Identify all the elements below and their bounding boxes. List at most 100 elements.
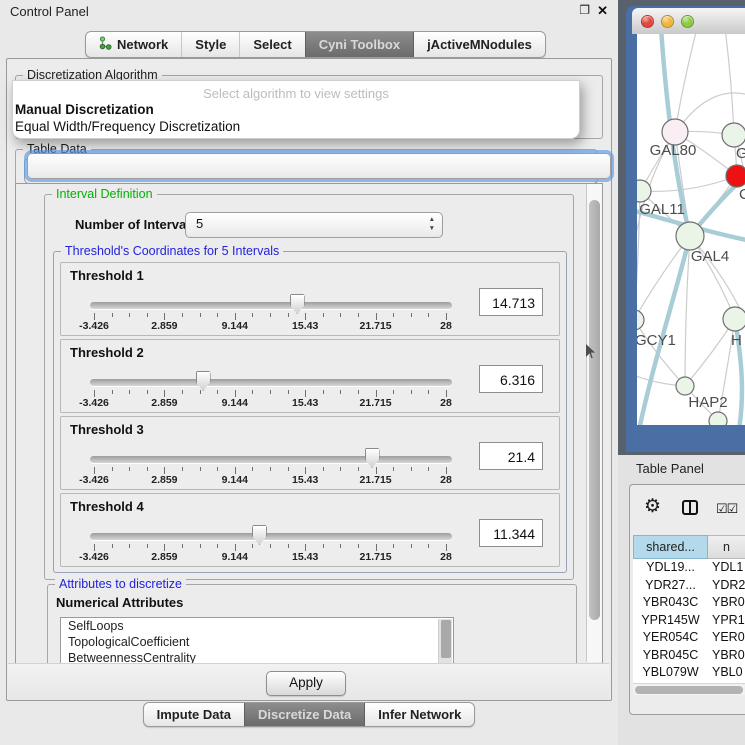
slider-tick — [446, 544, 447, 551]
algorithm-option[interactable]: Manual Discretization — [13, 101, 579, 118]
table-row[interactable]: YBR043CYBR0 — [633, 594, 745, 612]
table-row[interactable]: YBL079WYBL0 — [633, 664, 745, 682]
table-column-header[interactable]: shared... — [633, 535, 708, 559]
slider-tick — [200, 313, 201, 317]
slider-track[interactable] — [90, 379, 452, 386]
slider-tick — [164, 390, 165, 397]
tab-discretize-data[interactable]: Discretize Data — [244, 703, 364, 726]
scrollbar-thumb[interactable] — [441, 620, 451, 658]
scrollbar-thumb[interactable] — [589, 200, 600, 620]
table-cell: YPR1 — [708, 612, 745, 630]
close-window-icon[interactable]: ✕ — [597, 3, 608, 19]
network-edge-highlighted[interactable] — [639, 236, 690, 425]
number-of-intervals-combobox[interactable]: 5 ▲▼ — [185, 212, 443, 238]
table-cell: YDL1 — [708, 559, 745, 577]
mac-close-icon[interactable] — [641, 15, 654, 28]
columns-icon[interactable] — [682, 500, 698, 515]
tab-label: Style — [195, 37, 226, 52]
network-node-label: H — [731, 332, 742, 349]
table-row[interactable]: YER054CYER0 — [633, 629, 745, 647]
tab-select[interactable]: Select — [239, 32, 304, 57]
gear-icon[interactable]: ⚙ — [644, 497, 661, 516]
tab-cyni-toolbox[interactable]: Cyni Toolbox — [305, 32, 413, 57]
slider-tick — [182, 390, 183, 394]
mac-minimize-icon[interactable] — [661, 15, 674, 28]
slider-tick — [411, 390, 412, 394]
table-horizontal-scrollbar[interactable] — [633, 683, 745, 695]
slider-tick — [270, 313, 271, 317]
slider-tick — [305, 390, 306, 397]
slider-tick — [147, 390, 148, 394]
slider-tick — [323, 313, 324, 317]
settings-vertical-scrollbar[interactable] — [586, 184, 602, 662]
numerical-attributes-list[interactable]: SelfLoopsTopologicalCoefficientBetweenne… — [60, 617, 454, 665]
network-edge[interactable] — [725, 34, 734, 135]
threshold-value-field[interactable]: 6.316 — [479, 365, 543, 393]
node-table[interactable]: shared...n YDL19...YDL1YDR27...YDR2YBR04… — [633, 535, 745, 683]
table-row[interactable]: YPR145WYPR1 — [633, 612, 745, 630]
slider-tick — [129, 544, 130, 548]
slider-tick — [235, 544, 236, 551]
threshold-value-field[interactable]: 21.4 — [479, 442, 543, 470]
tab-impute-data[interactable]: Impute Data — [144, 703, 244, 726]
mac-zoom-icon[interactable] — [681, 15, 694, 28]
network-node[interactable] — [723, 307, 745, 331]
table-column-header[interactable]: n — [708, 535, 745, 559]
network-node[interactable] — [676, 377, 694, 395]
algorithm-placeholder-item[interactable]: Select algorithm to view settings — [13, 81, 579, 101]
tick-label: 21.715 — [350, 320, 402, 332]
tick-label: 28 — [420, 551, 472, 563]
apply-row: Apply — [8, 663, 609, 700]
network-edge[interactable] — [637, 320, 685, 386]
slider-tick — [393, 544, 394, 548]
slider-track[interactable] — [90, 533, 452, 540]
network-edge[interactable] — [675, 34, 697, 132]
slider-thumb[interactable] — [290, 294, 305, 314]
attribute-list-item[interactable]: TopologicalCoefficient — [61, 634, 453, 650]
network-edge[interactable] — [640, 176, 737, 191]
slider-tick — [288, 390, 289, 394]
table-row[interactable]: YDR27...YDR2 — [633, 577, 745, 595]
slider-track[interactable] — [90, 302, 452, 309]
tab-style[interactable]: Style — [181, 32, 239, 57]
threshold-value-field[interactable]: 14.713 — [479, 288, 543, 316]
slider-tick — [323, 544, 324, 548]
float-window-icon[interactable]: ❐ — [579, 3, 590, 17]
slider-tick — [393, 313, 394, 317]
network-node-label: GCY1 — [637, 332, 676, 349]
tick-label: 21.715 — [350, 474, 402, 486]
tab-network[interactable]: Network — [86, 32, 181, 57]
bottom-tabbar: Impute DataDiscretize Data Infer Network — [0, 702, 618, 727]
table-row[interactable]: YDL19...YDL1 — [633, 559, 745, 577]
slider-tick — [270, 390, 271, 394]
apply-button[interactable]: Apply — [266, 671, 346, 696]
algorithm-combobox[interactable] — [27, 153, 611, 179]
tab-infer-network[interactable]: Infer Network — [364, 703, 474, 726]
slider-track[interactable] — [90, 456, 452, 463]
algorithm-popup-items: Manual DiscretizationEqual Width/Frequen… — [13, 101, 579, 135]
slider-tick — [288, 544, 289, 548]
slider-thumb[interactable] — [365, 448, 380, 468]
slider-tick — [340, 544, 341, 548]
tab-label: Infer Network — [378, 707, 461, 722]
network-canvas[interactable]: GAL80GACGAL11GAL4GCY1HHAP2 — [637, 34, 745, 425]
slider-tick — [112, 467, 113, 471]
select-columns-checkboxes-icon[interactable]: ☑☑ — [716, 501, 737, 517]
network-edge[interactable] — [637, 236, 690, 320]
attributes-list-scrollbar[interactable] — [438, 619, 452, 663]
algorithm-option[interactable]: Equal Width/Frequency Discretization — [13, 118, 579, 135]
network-node[interactable] — [676, 222, 704, 250]
tab-label: jActiveMNodules — [427, 37, 532, 52]
attribute-list-item[interactable]: SelfLoops — [61, 618, 453, 634]
slider-thumb[interactable] — [196, 371, 211, 391]
scrollbar-thumb[interactable] — [635, 686, 743, 694]
threshold-value-field[interactable]: 11.344 — [479, 519, 543, 547]
network-node[interactable] — [726, 165, 745, 187]
network-node[interactable] — [637, 310, 644, 330]
tab-jactivemnodules[interactable]: jActiveMNodules — [413, 32, 545, 57]
network-node[interactable] — [709, 412, 727, 425]
slider-tick — [235, 467, 236, 474]
network-node[interactable] — [722, 123, 745, 147]
slider-thumb[interactable] — [252, 525, 267, 545]
table-row[interactable]: YBR045CYBR0 — [633, 647, 745, 665]
